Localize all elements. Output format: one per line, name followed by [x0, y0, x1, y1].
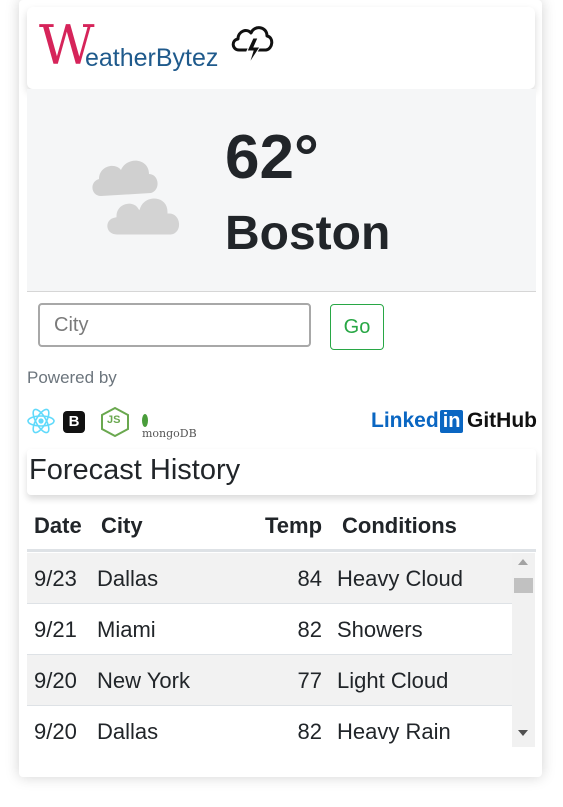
cell-conditions: Heavy Cloud — [337, 566, 463, 591]
cell-date: 9/20 — [34, 668, 77, 693]
bootstrap-icon: B — [63, 411, 85, 433]
table-row[interactable]: 9/20 Dallas 82 Heavy Rain — [27, 706, 512, 747]
cell-temp: 82 — [297, 617, 322, 642]
linkedin-link[interactable]: Linked in — [371, 409, 464, 433]
cell-conditions: Light Cloud — [337, 668, 449, 693]
app-header: W eatherBytez — [27, 7, 535, 89]
react-icon — [26, 406, 56, 441]
cloudy-icon — [87, 144, 197, 249]
scroll-up-arrow-icon[interactable] — [518, 559, 528, 565]
forecast-history-header: Forecast History — [27, 449, 536, 495]
column-header-conditions: Conditions — [342, 513, 457, 538]
cell-conditions: Heavy Rain — [337, 719, 451, 744]
cell-city: New York — [97, 668, 190, 693]
table-row[interactable]: 9/20 New York 77 Light Cloud — [27, 655, 512, 706]
cell-city: Dallas — [97, 719, 159, 744]
cell-date: 9/23 — [34, 566, 77, 591]
mongodb-label: mongoDB — [142, 426, 197, 440]
cell-date: 9/20 — [34, 719, 77, 744]
column-header-city: City — [101, 513, 143, 538]
city-search-input[interactable] — [38, 303, 311, 347]
column-header-temp: Temp — [265, 513, 323, 538]
powered-by-label: Powered by — [27, 368, 117, 387]
current-weather: 62° Boston — [27, 89, 536, 292]
table-row[interactable]: 9/21 Miami 82 Showers — [27, 604, 512, 655]
cell-city: Dallas — [97, 566, 159, 591]
table-header: Date City Temp Conditions — [27, 505, 536, 552]
storm-cloud-icon — [229, 20, 275, 73]
table-row[interactable]: 9/23 Dallas 84 Heavy Cloud — [27, 553, 512, 604]
cell-date: 9/21 — [34, 617, 77, 642]
github-link[interactable]: GitHub — [467, 409, 537, 433]
cell-temp: 82 — [297, 719, 322, 744]
scroll-down-arrow-icon[interactable] — [518, 730, 528, 736]
current-city: Boston — [225, 207, 391, 260]
go-button[interactable]: Go — [330, 304, 384, 350]
mongodb-leaf-icon — [142, 413, 148, 427]
cell-temp: 84 — [297, 566, 322, 591]
history-table-body[interactable]: 9/23 Dallas 84 Heavy Cloud 9/21 Miami 82… — [27, 553, 512, 747]
column-header-date: Date — [34, 513, 82, 538]
cell-temp: 77 — [297, 668, 322, 693]
table-scrollbar[interactable] — [512, 553, 535, 747]
nodejs-label: JS — [107, 414, 121, 426]
mongodb-icon: mongoDB — [142, 413, 197, 440]
current-temperature: 62° — [225, 123, 319, 192]
cell-conditions: Showers — [337, 617, 423, 642]
linkedin-prefix: Linked — [371, 409, 439, 432]
scrollbar-thumb[interactable] — [514, 578, 533, 593]
nodejs-icon: JS — [100, 406, 130, 443]
linkedin-in-badge: in — [439, 410, 464, 433]
forecast-history-title: Forecast History — [29, 454, 241, 486]
cell-city: Miami — [97, 617, 156, 642]
logo-text: eatherBytez — [85, 44, 219, 72]
